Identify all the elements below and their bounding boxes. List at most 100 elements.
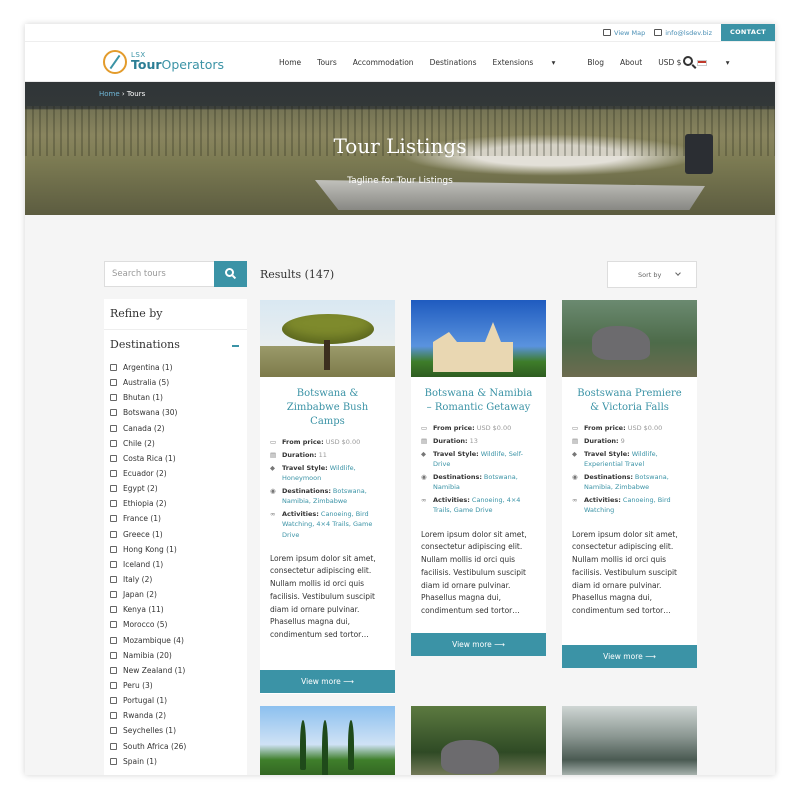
facet-option[interactable]: Canada (2) [110,421,247,436]
nav-item-about[interactable]: About [620,58,642,67]
checkbox[interactable] [110,439,117,447]
checkbox[interactable] [110,576,117,584]
contact-button[interactable]: CONTACT [721,24,775,41]
facet-option[interactable]: Ecuador (2) [110,466,247,481]
facet-option[interactable]: France (1) [110,511,247,526]
checkbox[interactable] [110,560,117,568]
checkbox[interactable] [110,500,117,508]
facet-option[interactable]: Morocco (5) [110,617,247,632]
checkbox[interactable] [110,697,117,705]
search-input[interactable]: Search tours [104,261,215,287]
checkbox[interactable] [110,757,117,765]
tour-image[interactable] [260,706,395,775]
tour-title[interactable]: Botswana & Namibia – Romantic Getaway [411,377,546,423]
checkbox[interactable] [110,379,117,387]
facet-option[interactable]: Seychelles (1) [110,723,247,738]
site-logo[interactable]: LSX TourOperators [103,50,224,74]
tour-image[interactable] [260,300,395,377]
currency-selector[interactable]: USD $ ▾ [658,58,745,67]
search-icon [225,268,234,277]
facet-option[interactable]: Kenya (11) [110,602,247,617]
dest-label: Destinations: [433,473,482,482]
facet-option[interactable]: Peru (3) [110,678,247,693]
nav-item-accommodation[interactable]: Accommodation [353,58,414,67]
tour-excerpt: Lorem ipsum dolor sit amet, consectetur … [270,553,376,640]
facet-option[interactable]: Bhutan (1) [110,390,247,405]
style-label: Travel Style: [433,450,479,459]
checkbox[interactable] [110,530,117,538]
binoculars-icon: ∞ [572,496,578,505]
search-button[interactable] [214,261,247,287]
facet-label: Hong Kong (1) [123,544,177,554]
nav-item-home[interactable]: Home [279,58,301,67]
tour-image[interactable] [411,300,546,377]
tour-card: Bostswana Premiere & Victoria Falls ▭ Fro… [562,300,697,668]
facet-option[interactable]: Japan (2) [110,587,247,602]
checkbox[interactable] [110,515,117,523]
facet-label: Bhutan (1) [123,393,163,403]
facet-option[interactable]: Rwanda (2) [110,708,247,723]
facet-option[interactable]: Argentina (1) [110,360,247,375]
facet-label: Iceland (1) [123,559,164,569]
checkbox[interactable] [110,666,117,674]
facet-option[interactable]: Spain (1) [110,754,247,769]
checkbox[interactable] [110,621,117,629]
results-count: Results (147) [260,268,335,281]
checkbox[interactable] [110,424,117,432]
view-map-link[interactable]: View Map [603,29,645,37]
checkbox[interactable] [110,394,117,402]
tour-title[interactable]: Botswana & Zimbabwe Bush Camps [260,377,395,437]
tour-card [260,706,395,775]
destinations-facet-toggle[interactable]: Destinations [104,330,247,360]
checkbox[interactable] [110,470,117,478]
nav-item-blog[interactable]: Blog [587,58,604,67]
facet-option[interactable]: Italy (2) [110,572,247,587]
facet-option[interactable]: South Africa (26) [110,739,247,754]
checkbox[interactable] [110,364,117,372]
facet-option[interactable]: Hong Kong (1) [110,542,247,557]
view-more-button[interactable]: View more ⟶ [260,670,395,693]
checkbox[interactable] [110,742,117,750]
facet-option[interactable]: Egypt (2) [110,481,247,496]
us-flag-icon [697,59,708,66]
facet-option[interactable]: Chile (2) [110,436,247,451]
checkbox[interactable] [110,682,117,690]
facet-option[interactable]: Portugal (1) [110,693,247,708]
facet-label: Rwanda (2) [123,711,167,721]
email-link[interactable]: info@lsdev.biz [654,29,712,37]
checkbox[interactable] [110,727,117,735]
facet-option[interactable]: Ethiopia (2) [110,496,247,511]
checkbox[interactable] [110,636,117,644]
checkbox[interactable] [110,606,117,614]
facet-option[interactable]: Namibia (20) [110,648,247,663]
waterfall-image[interactable] [562,706,697,775]
nav-item-extensions[interactable]: Extensions ▾ [493,58,572,67]
facet-option[interactable]: Iceland (1) [110,557,247,572]
checkbox[interactable] [110,591,117,599]
tour-title[interactable]: Bostswana Premiere & Victoria Falls [562,377,697,423]
facet-option[interactable]: Greece (1) [110,527,247,542]
duration-label: Duration: [584,437,619,446]
checkbox[interactable] [110,485,117,493]
sort-dropdown[interactable]: Sort by [607,261,697,288]
tag-icon: ◆ [270,464,275,473]
checkbox[interactable] [110,409,117,417]
tour-image[interactable] [562,300,697,377]
cypress-tree-image [348,720,354,770]
checkbox[interactable] [110,651,117,659]
view-more-button[interactable]: View more ⟶ [562,645,697,668]
search-icon[interactable] [683,56,693,66]
facet-option[interactable]: Australia (5) [110,375,247,390]
nav-item-tours[interactable]: Tours [317,58,337,67]
facet-option[interactable]: Botswana (30) [110,405,247,420]
facet-option[interactable]: New Zealand (1) [110,663,247,678]
checkbox[interactable] [110,545,117,553]
checkbox[interactable] [110,454,117,462]
facet-option[interactable]: Mozambique (4) [110,633,247,648]
view-more-button[interactable]: View more ⟶ [411,633,546,656]
checkbox[interactable] [110,712,117,720]
breadcrumb-home[interactable]: Home [99,90,120,98]
facet-option[interactable]: Costa Rica (1) [110,451,247,466]
tour-image[interactable] [411,706,546,775]
nav-item-destinations[interactable]: Destinations [430,58,477,67]
